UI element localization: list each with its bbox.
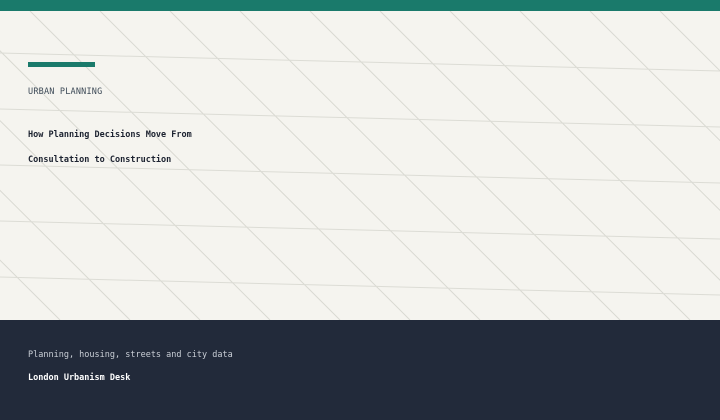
grid-horizontal-line (0, 276, 720, 296)
grid-diagonal-line (449, 11, 720, 281)
footer: Planning, housing, streets and city data… (0, 320, 720, 420)
grid-horizontal-line (0, 52, 720, 72)
top-accent-bar (0, 0, 720, 11)
headline-line-1: How Planning Decisions Move From (28, 130, 192, 140)
grid-horizontal-line (0, 220, 720, 240)
grid-diagonal-line (589, 11, 720, 142)
hero-section: URBAN PLANNING How Planning Decisions Mo… (0, 11, 720, 320)
section-label: URBAN PLANNING (28, 87, 103, 97)
page: URBAN PLANNING How Planning Decisions Mo… (0, 0, 720, 420)
accent-rule (28, 62, 95, 67)
grid-diagonal-line (379, 11, 691, 320)
grid-diagonal-line (519, 11, 720, 212)
headline-line-2: Consultation to Construction (28, 155, 172, 165)
article-headline[interactable]: How Planning Decisions Move From Consult… (28, 123, 288, 173)
grid-diagonal-line (659, 11, 720, 72)
footer-tagline: Planning, housing, streets and city data (28, 350, 233, 360)
grid-diagonal-line (309, 11, 621, 320)
footer-brand[interactable]: London Urbanism Desk (28, 373, 130, 383)
